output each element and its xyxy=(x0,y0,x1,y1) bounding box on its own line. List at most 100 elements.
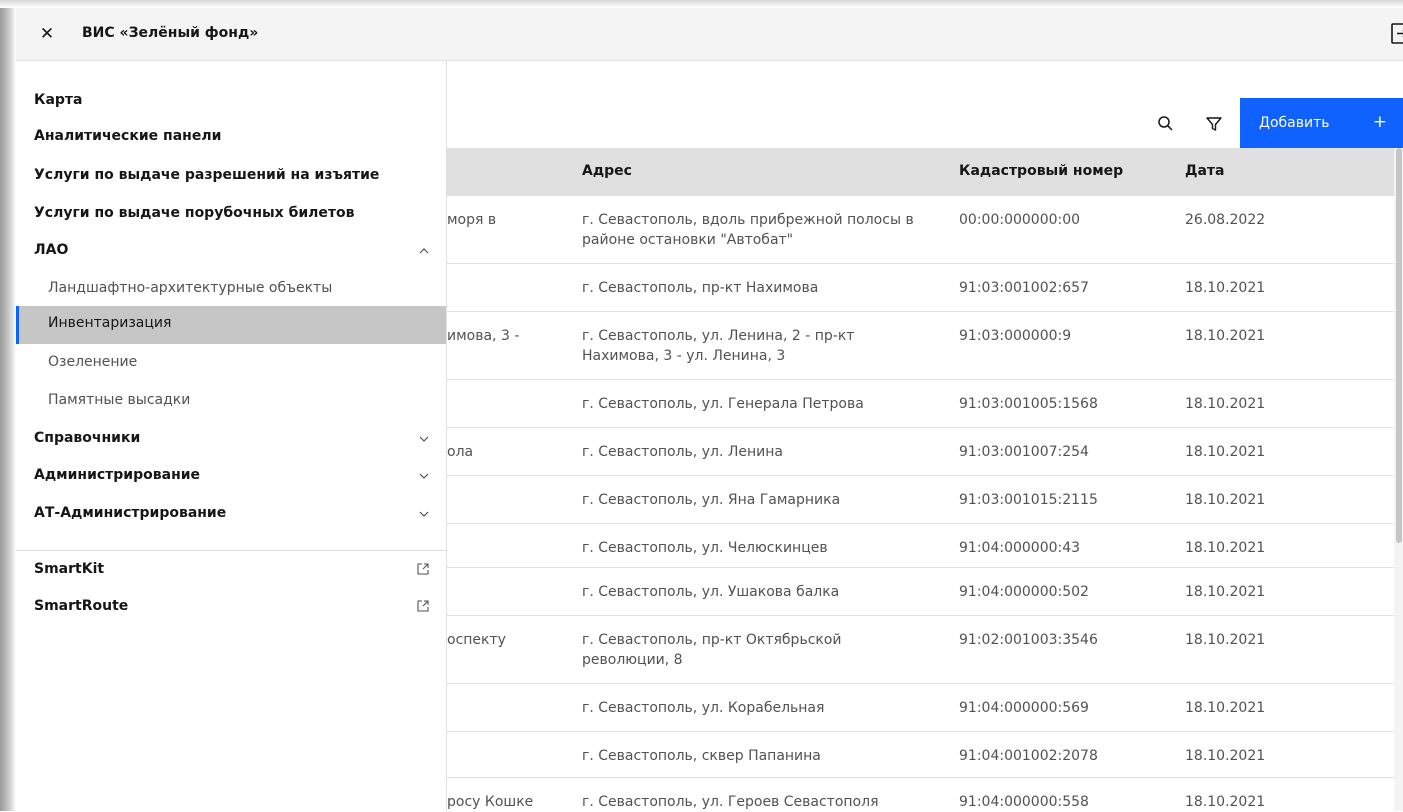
cell-name-partial: моря в xyxy=(447,212,497,228)
cell-date: 18.10.2021 xyxy=(1185,280,1266,296)
table-row[interactable]: имова, 3 - г. Севастополь, ул. Ленина, 2… xyxy=(447,312,1394,380)
nav-item-felling-tickets[interactable]: Услуги по выдаче порубочных билетов xyxy=(16,196,446,232)
nav-item-label: Администрирование xyxy=(34,467,201,483)
table-row[interactable]: г. Севастополь, ул. Корабельная 91:04:00… xyxy=(447,684,1394,732)
cell-address: г. Севастополь, пр-кт Нахимова xyxy=(582,280,819,296)
cell-cadastral: 91:04:000000:502 xyxy=(959,584,1089,600)
add-button-label: Добавить xyxy=(1259,115,1330,131)
app-header: ✕ ВИС «Зелёный фонд» xyxy=(16,8,1403,61)
cell-cadastral: 91:03:001005:1568 xyxy=(959,396,1098,412)
nav-item-label: АТ-Администрирование xyxy=(34,505,227,521)
table-row[interactable]: моря в г. Севастополь, вдоль прибрежной … xyxy=(447,196,1394,264)
table-row[interactable]: оспекту г. Севастополь, пр-кт Октябрьско… xyxy=(447,616,1394,684)
close-icon: ✕ xyxy=(39,24,55,44)
cell-date: 18.10.2021 xyxy=(1185,492,1266,508)
nav-item-label: Услуги по выдаче разрешений на изъятие xyxy=(34,167,380,183)
chevron-down-icon xyxy=(419,436,429,442)
nav-item-removal-permits[interactable]: Услуги по выдаче разрешений на изъятие xyxy=(16,158,446,194)
cell-cadastral: 91:04:000000:558 xyxy=(959,794,1089,810)
table-row[interactable]: г. Севастополь, ул. Яна Гамарника 91:03:… xyxy=(447,476,1394,524)
logout-icon[interactable] xyxy=(1389,22,1403,46)
plus-icon: + xyxy=(1372,112,1387,132)
table-row[interactable]: росу Кошке г. Севастополь, ул. Героев Се… xyxy=(447,778,1394,811)
column-header-cadastral[interactable]: Кадастровый номер xyxy=(959,163,1123,179)
scrollbar-thumb[interactable] xyxy=(1396,148,1402,543)
cell-date: 18.10.2021 xyxy=(1185,700,1266,716)
nav-item-label: SmartRoute xyxy=(34,598,129,614)
external-link-icon xyxy=(417,600,429,612)
cell-date: 18.10.2021 xyxy=(1185,540,1266,556)
cell-date: 18.10.2021 xyxy=(1185,396,1266,412)
add-button[interactable]: Добавить + xyxy=(1240,98,1403,148)
chevron-down-icon xyxy=(419,473,429,479)
cell-address: г. Севастополь, ул. Челюскинцев xyxy=(582,540,828,556)
nav-item-lao[interactable]: ЛАО xyxy=(16,233,446,269)
cell-date: 18.10.2021 xyxy=(1185,632,1266,648)
nav-item-label: Памятные высадки xyxy=(48,392,191,408)
cell-date: 18.10.2021 xyxy=(1185,584,1266,600)
table-row[interactable]: ола г. Севастополь, ул. Ленина 91:03:001… xyxy=(447,428,1394,476)
cell-address: г. Севастополь, ул. Ленина xyxy=(582,444,783,460)
cell-cadastral: 91:03:001015:2115 xyxy=(959,492,1098,508)
nav-item-at-administration[interactable]: АТ-Администрирование xyxy=(16,496,446,532)
cell-address: г. Севастополь, ул. Героев Севастополя xyxy=(582,794,879,810)
cell-cadastral: 91:03:000000:9 xyxy=(959,328,1072,344)
cell-cadastral: 91:04:000000:43 xyxy=(959,540,1081,556)
nav-item-label: Озеленение xyxy=(48,354,138,370)
nav-item-map[interactable]: Карта xyxy=(16,83,446,119)
nav-subitem-inventory[interactable]: Инвентаризация xyxy=(16,306,446,344)
nav-subitem-greening[interactable]: Озеленение xyxy=(16,345,446,381)
cell-cadastral: 91:02:001003:3546 xyxy=(959,632,1098,648)
cell-date: 18.10.2021 xyxy=(1185,794,1266,810)
nav-item-administration[interactable]: Администрирование xyxy=(16,458,446,494)
table-row[interactable]: г. Севастополь, ул. Челюскинцев 91:04:00… xyxy=(447,524,1394,568)
cell-address: г. Севастополь, вдоль прибрежной полосы … xyxy=(582,212,914,248)
column-header-address[interactable]: Адрес xyxy=(582,163,632,179)
external-link-icon xyxy=(417,563,429,575)
cell-date: 18.10.2021 xyxy=(1185,748,1266,764)
cell-cadastral: 91:03:001007:254 xyxy=(959,444,1089,460)
cell-address: г. Севастополь, ул. Корабельная xyxy=(582,700,825,716)
cell-address: г. Севастополь, ул. Генерала Петрова xyxy=(582,396,864,412)
chevron-up-icon xyxy=(419,248,429,254)
search-icon xyxy=(1158,116,1173,131)
cell-cadastral: 91:03:001002:657 xyxy=(959,280,1089,296)
nav-item-analytics[interactable]: Аналитические панели xyxy=(16,119,446,155)
table-row[interactable]: г. Севастополь, пр-кт Нахимова 91:03:001… xyxy=(447,264,1394,312)
window-top-shadow xyxy=(0,0,1403,8)
nav-item-label: ЛАО xyxy=(34,242,69,258)
cell-name-partial: имова, 3 - xyxy=(447,328,520,344)
nav-item-label: Карта xyxy=(34,92,83,108)
side-navigation: Карта Аналитические панели Услуги по выд… xyxy=(16,61,447,811)
nav-item-label: Инвентаризация xyxy=(48,315,172,331)
nav-subitem-memorial-plantings[interactable]: Памятные высадки xyxy=(16,383,446,419)
nav-item-smartkit[interactable]: SmartKit xyxy=(16,552,446,588)
cell-cadastral: 91:04:001002:2078 xyxy=(959,748,1098,764)
close-menu-button[interactable]: ✕ xyxy=(34,21,60,47)
table-row[interactable]: г. Севастополь, ул. Ушакова балка 91:04:… xyxy=(447,568,1394,616)
cell-name-partial: оспекту xyxy=(447,632,506,648)
cell-date: 26.08.2022 xyxy=(1185,212,1266,228)
cell-address: г. Севастополь, ул. Ушакова балка xyxy=(582,584,840,600)
chevron-down-icon xyxy=(419,511,429,517)
filter-button[interactable] xyxy=(1204,114,1224,134)
nav-item-label: Аналитические панели xyxy=(34,128,222,144)
cell-date: 18.10.2021 xyxy=(1185,444,1266,460)
column-header-date[interactable]: Дата xyxy=(1185,163,1224,179)
app-title: ВИС «Зелёный фонд» xyxy=(82,25,259,41)
cell-address: г. Севастополь, сквер Папанина xyxy=(582,748,821,764)
table-row[interactable]: г. Севастополь, сквер Папанина 91:04:001… xyxy=(447,732,1394,778)
nav-item-smartroute[interactable]: SmartRoute xyxy=(16,589,446,625)
nav-item-label: Услуги по выдаче порубочных билетов xyxy=(34,205,355,221)
cell-name-partial: ола xyxy=(447,444,474,460)
cell-address: г. Севастополь, ул. Яна Гамарника xyxy=(582,492,841,508)
nav-subitem-landscape-objects[interactable]: Ландшафтно-архитектурные объекты xyxy=(16,271,446,307)
search-button[interactable] xyxy=(1156,114,1176,134)
cell-cadastral: 91:04:000000:569 xyxy=(959,700,1089,716)
nav-item-label: Ландшафтно-архитектурные объекты xyxy=(48,280,333,296)
cell-address: г. Севастополь, ул. Ленина, 2 - пр-кт На… xyxy=(582,328,855,364)
nav-item-directories[interactable]: Справочники xyxy=(16,421,446,457)
cell-name-partial: росу Кошке xyxy=(447,794,534,810)
table-row[interactable]: г. Севастополь, ул. Генерала Петрова 91:… xyxy=(447,380,1394,428)
filter-icon xyxy=(1206,117,1222,131)
